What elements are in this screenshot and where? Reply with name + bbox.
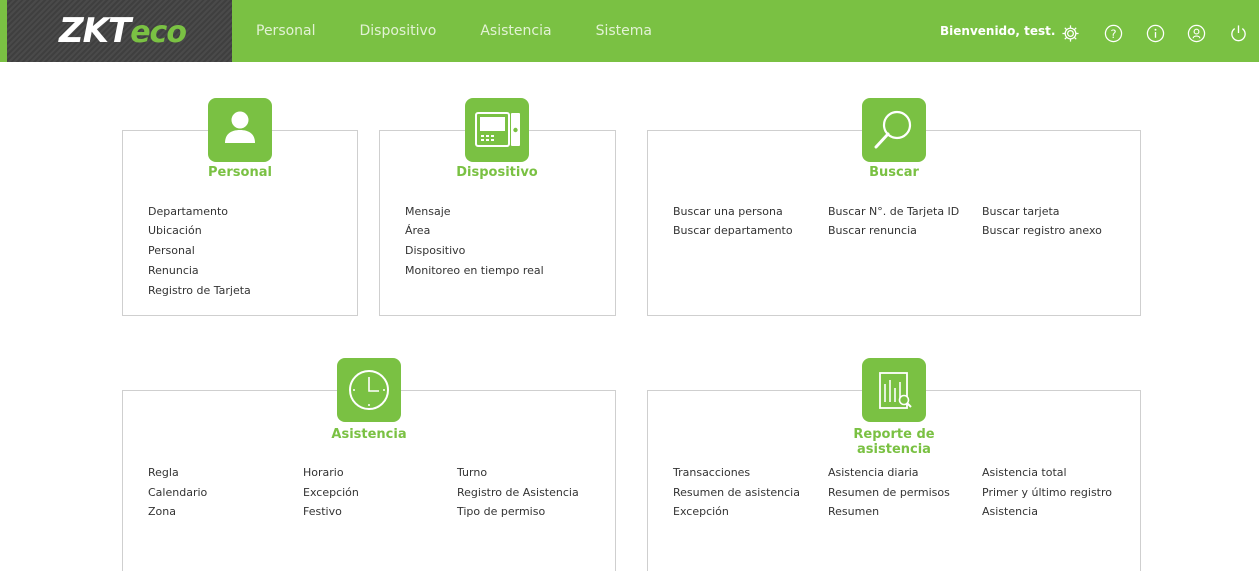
- logo-area[interactable]: ZKTeco: [7, 0, 232, 62]
- clock-icon[interactable]: [337, 358, 401, 422]
- search-icon[interactable]: [862, 98, 926, 162]
- link-horario[interactable]: Horario: [303, 466, 344, 480]
- panel-title-dispositivo[interactable]: Dispositivo: [437, 165, 557, 180]
- help-icon[interactable]: ?: [1104, 24, 1123, 43]
- nav-personal[interactable]: Personal: [232, 0, 338, 62]
- link-renuncia[interactable]: Renuncia: [148, 264, 199, 278]
- nav-asistencia[interactable]: Asistencia: [458, 0, 573, 62]
- link-buscar-departamento[interactable]: Buscar departamento: [673, 224, 793, 238]
- link-buscar-registro-anexo[interactable]: Buscar registro anexo: [982, 224, 1102, 238]
- link-resumen-permisos[interactable]: Resumen de permisos: [828, 486, 950, 500]
- link-personal[interactable]: Personal: [148, 244, 195, 258]
- link-area[interactable]: Área: [405, 224, 430, 238]
- link-zona[interactable]: Zona: [148, 505, 176, 519]
- link-ubicacion[interactable]: Ubicación: [148, 224, 202, 238]
- link-calendario[interactable]: Calendario: [148, 486, 207, 500]
- link-asistencia[interactable]: Asistencia: [982, 505, 1038, 519]
- link-buscar-persona[interactable]: Buscar una persona: [673, 205, 783, 219]
- nav-dispositivo[interactable]: Dispositivo: [338, 0, 459, 62]
- main-nav: Personal Dispositivo Asistencia Sistema: [232, 0, 674, 62]
- panel-title-asistencia[interactable]: Asistencia: [309, 427, 429, 442]
- link-departamento[interactable]: Departamento: [148, 205, 228, 219]
- gear-icon[interactable]: [1061, 24, 1080, 43]
- link-tipo-permiso[interactable]: Tipo de permiso: [457, 505, 545, 519]
- link-buscar-tarjeta-id[interactable]: Buscar N°. de Tarjeta ID: [828, 205, 959, 219]
- link-turno[interactable]: Turno: [457, 466, 487, 480]
- panel-title-reporte[interactable]: Reporte de asistencia: [834, 427, 954, 457]
- panel-title-reporte-line2: asistencia: [857, 442, 931, 457]
- link-registro-tarjeta[interactable]: Registro de Tarjeta: [148, 284, 251, 298]
- top-bar: ZKTeco Personal Dispositivo Asistencia S…: [0, 0, 1259, 62]
- report-icon[interactable]: [862, 358, 926, 422]
- panel-title-personal[interactable]: Personal: [180, 165, 300, 180]
- link-primer-ultimo-registro[interactable]: Primer y último registro: [982, 486, 1112, 500]
- link-asistencia-diaria[interactable]: Asistencia diaria: [828, 466, 919, 480]
- link-asistencia-total[interactable]: Asistencia total: [982, 466, 1067, 480]
- user-icon[interactable]: [1187, 24, 1206, 43]
- link-festivo[interactable]: Festivo: [303, 505, 342, 519]
- link-buscar-renuncia[interactable]: Buscar renuncia: [828, 224, 917, 238]
- link-dispositivo[interactable]: Dispositivo: [405, 244, 465, 258]
- info-icon[interactable]: [1146, 24, 1165, 43]
- link-buscar-tarjeta[interactable]: Buscar tarjeta: [982, 205, 1060, 219]
- svg-text:?: ?: [1110, 27, 1116, 41]
- link-transacciones[interactable]: Transacciones: [673, 466, 750, 480]
- link-excepcion[interactable]: Excepción: [303, 486, 359, 500]
- welcome-text: Bienvenido, test.: [940, 24, 1056, 38]
- panel-title-reporte-line1: Reporte de: [853, 427, 935, 442]
- person-icon[interactable]: [208, 98, 272, 162]
- terminal-icon[interactable]: [465, 98, 529, 162]
- nav-sistema[interactable]: Sistema: [574, 0, 674, 62]
- link-regla[interactable]: Regla: [148, 466, 179, 480]
- zkteco-logo: ZKTeco: [59, 11, 187, 51]
- link-monitoreo[interactable]: Monitoreo en tiempo real: [405, 264, 544, 278]
- link-resumen-asistencia[interactable]: Resumen de asistencia: [673, 486, 800, 500]
- link-resumen[interactable]: Resumen: [828, 505, 879, 519]
- panel-title-buscar[interactable]: Buscar: [834, 165, 954, 180]
- link-excepcion-reporte[interactable]: Excepción: [673, 505, 729, 519]
- link-registro-asistencia[interactable]: Registro de Asistencia: [457, 486, 579, 500]
- link-mensaje[interactable]: Mensaje: [405, 205, 451, 219]
- power-icon[interactable]: [1229, 24, 1248, 43]
